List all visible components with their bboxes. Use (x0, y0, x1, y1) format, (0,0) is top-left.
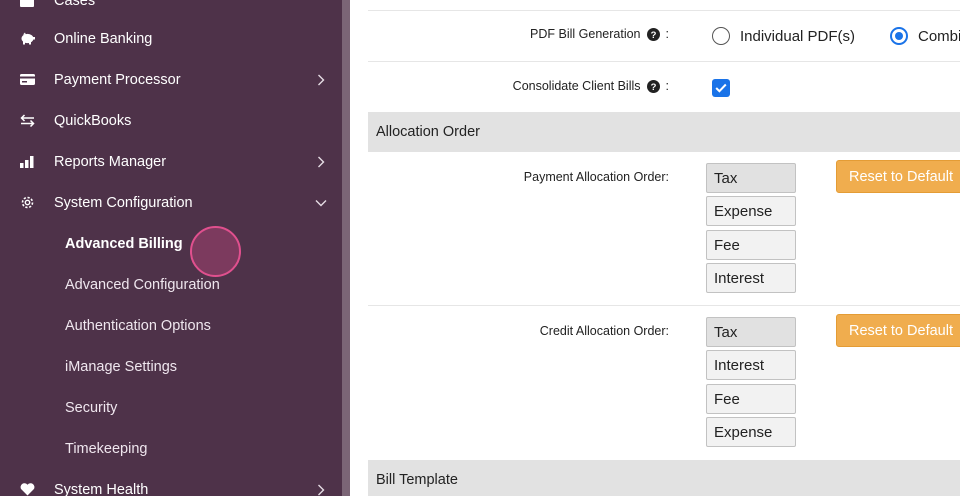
pdf-bill-generation-text: PDF Bill Generation (530, 27, 641, 41)
sidebar-item-online-banking[interactable]: Online Banking (0, 18, 342, 59)
svg-text:?: ? (650, 82, 656, 93)
radio-label-combined: Combi (918, 27, 960, 45)
sidebar-subitem-advanced-billing[interactable]: Advanced Billing (0, 223, 342, 264)
label-colon: : (665, 27, 669, 41)
payment-reset-to-default-button[interactable]: Reset to Default (836, 160, 960, 193)
allocation-item-label: Interest (714, 269, 765, 287)
bill-template-section-header: Bill Template (368, 460, 960, 496)
reset-button-label: Reset to Default (849, 168, 953, 185)
allocation-item-label: Tax (714, 323, 738, 341)
sidebar-subitem-label: Advanced Billing (65, 235, 183, 252)
sidebar-item-quickbooks[interactable]: QuickBooks (0, 100, 342, 141)
radio-individual-pdf[interactable]: Individual PDF(s) (712, 27, 855, 45)
sidebar-item-label: Reports Manager (54, 153, 167, 170)
sidebar-item-system-health[interactable]: System Health (0, 469, 342, 496)
sidebar-item-label: QuickBooks (54, 112, 132, 129)
section-title: Allocation Order (376, 124, 480, 140)
radio-label-individual: Individual PDF(s) (740, 27, 856, 45)
payment-allocation-item[interactable]: Fee (706, 230, 796, 260)
question-circle-icon[interactable]: ? (646, 27, 660, 41)
row-divider (368, 61, 960, 62)
sidebar-item-payment-processor[interactable]: Payment Processor (0, 59, 342, 100)
section-title: Bill Template (376, 472, 458, 488)
advanced-billing-panel: PDF Bill Generation ? : Individual PDF(s… (368, 0, 960, 496)
sidebar-subitem-advanced-configuration[interactable]: Advanced Configuration (0, 264, 342, 305)
sidebar-subitem-label: iManage Settings (65, 358, 178, 375)
credit-allocation-item[interactable]: Fee (706, 384, 796, 414)
sidebar-item-label: Online Banking (54, 30, 153, 47)
allocation-item-label: Fee (714, 236, 740, 254)
allocation-item-label: Tax (714, 169, 738, 187)
sidebar-subitem-authentication-options[interactable]: Authentication Options (0, 305, 342, 346)
payment-allocation-order-label: Payment Allocation Order: (524, 168, 669, 186)
credit-allocation-order-text: Credit Allocation Order: (539, 324, 669, 338)
sidebar-scrollbar[interactable] (342, 0, 350, 496)
sidebar-item-label: Cases (54, 0, 96, 9)
briefcase-icon (19, 0, 35, 9)
sidebar-subitem-label: Security (65, 399, 118, 416)
row-divider (368, 10, 960, 11)
sidebar: Cases Online Banking Payment Processor Q… (0, 0, 342, 496)
question-circle-icon[interactable]: ? (646, 79, 660, 93)
consolidate-client-bills-label: Consolidate Client Bills ? : (513, 77, 669, 95)
row-divider (368, 305, 960, 306)
checkmark-icon (715, 83, 727, 93)
allocation-item-label: Expense (714, 423, 773, 441)
allocation-order-section-header: Allocation Order (368, 112, 960, 152)
bar-chart-icon (19, 154, 35, 170)
credit-reset-to-default-button[interactable]: Reset to Default (836, 314, 960, 347)
allocation-item-label: Interest (714, 356, 765, 374)
sidebar-item-label: System Configuration (54, 194, 193, 211)
heart-icon (19, 482, 35, 496)
credit-allocation-item[interactable]: Interest (706, 350, 796, 380)
sidebar-subitem-security[interactable]: Security (0, 387, 342, 428)
reset-button-label: Reset to Default (849, 322, 953, 339)
chevron-right-icon (314, 73, 328, 87)
chevron-right-icon (314, 483, 328, 496)
payment-allocation-item[interactable]: Interest (706, 263, 796, 293)
sidebar-item-label: System Health (54, 481, 149, 496)
radio-button-unchecked[interactable] (712, 27, 730, 45)
label-colon: : (665, 79, 669, 93)
allocation-item-label: Expense (714, 202, 773, 220)
sidebar-gap (350, 0, 368, 496)
credit-card-icon (19, 72, 35, 88)
sidebar-item-label: Payment Processor (54, 71, 181, 88)
svg-text:?: ? (650, 30, 656, 41)
payment-allocation-order-text: Payment Allocation Order: (523, 170, 669, 184)
radio-combined-pdf[interactable]: Combi (890, 27, 960, 45)
payment-allocation-item[interactable]: Tax (706, 163, 796, 193)
pdf-bill-generation-label: PDF Bill Generation ? : (530, 25, 669, 43)
sidebar-item-reports-manager[interactable]: Reports Manager (0, 141, 342, 182)
sidebar-subitem-imanage-settings[interactable]: iManage Settings (0, 346, 342, 387)
consolidate-client-bills-checkbox[interactable] (712, 79, 730, 97)
chevron-right-icon (314, 155, 328, 169)
sidebar-item-system-configuration[interactable]: System Configuration (0, 182, 342, 223)
credit-allocation-item[interactable]: Tax (706, 317, 796, 347)
radio-button-checked[interactable] (890, 27, 908, 45)
credit-allocation-order-label: Credit Allocation Order: (540, 322, 669, 340)
sidebar-subitem-label: Authentication Options (65, 317, 211, 334)
allocation-item-label: Fee (714, 390, 740, 408)
piggy-bank-icon (19, 31, 35, 47)
gear-icon (19, 195, 35, 211)
chevron-down-icon (314, 196, 328, 210)
consolidate-client-bills-text: Consolidate Client Bills (512, 79, 641, 93)
credit-allocation-item[interactable]: Expense (706, 417, 796, 447)
payment-allocation-item[interactable]: Expense (706, 196, 796, 226)
sidebar-subitem-label: Timekeeping (65, 440, 148, 457)
exchange-arrows-icon (19, 113, 35, 129)
sidebar-subitem-label: Advanced Configuration (65, 276, 220, 293)
sidebar-subitem-timekeeping[interactable]: Timekeeping (0, 428, 342, 469)
